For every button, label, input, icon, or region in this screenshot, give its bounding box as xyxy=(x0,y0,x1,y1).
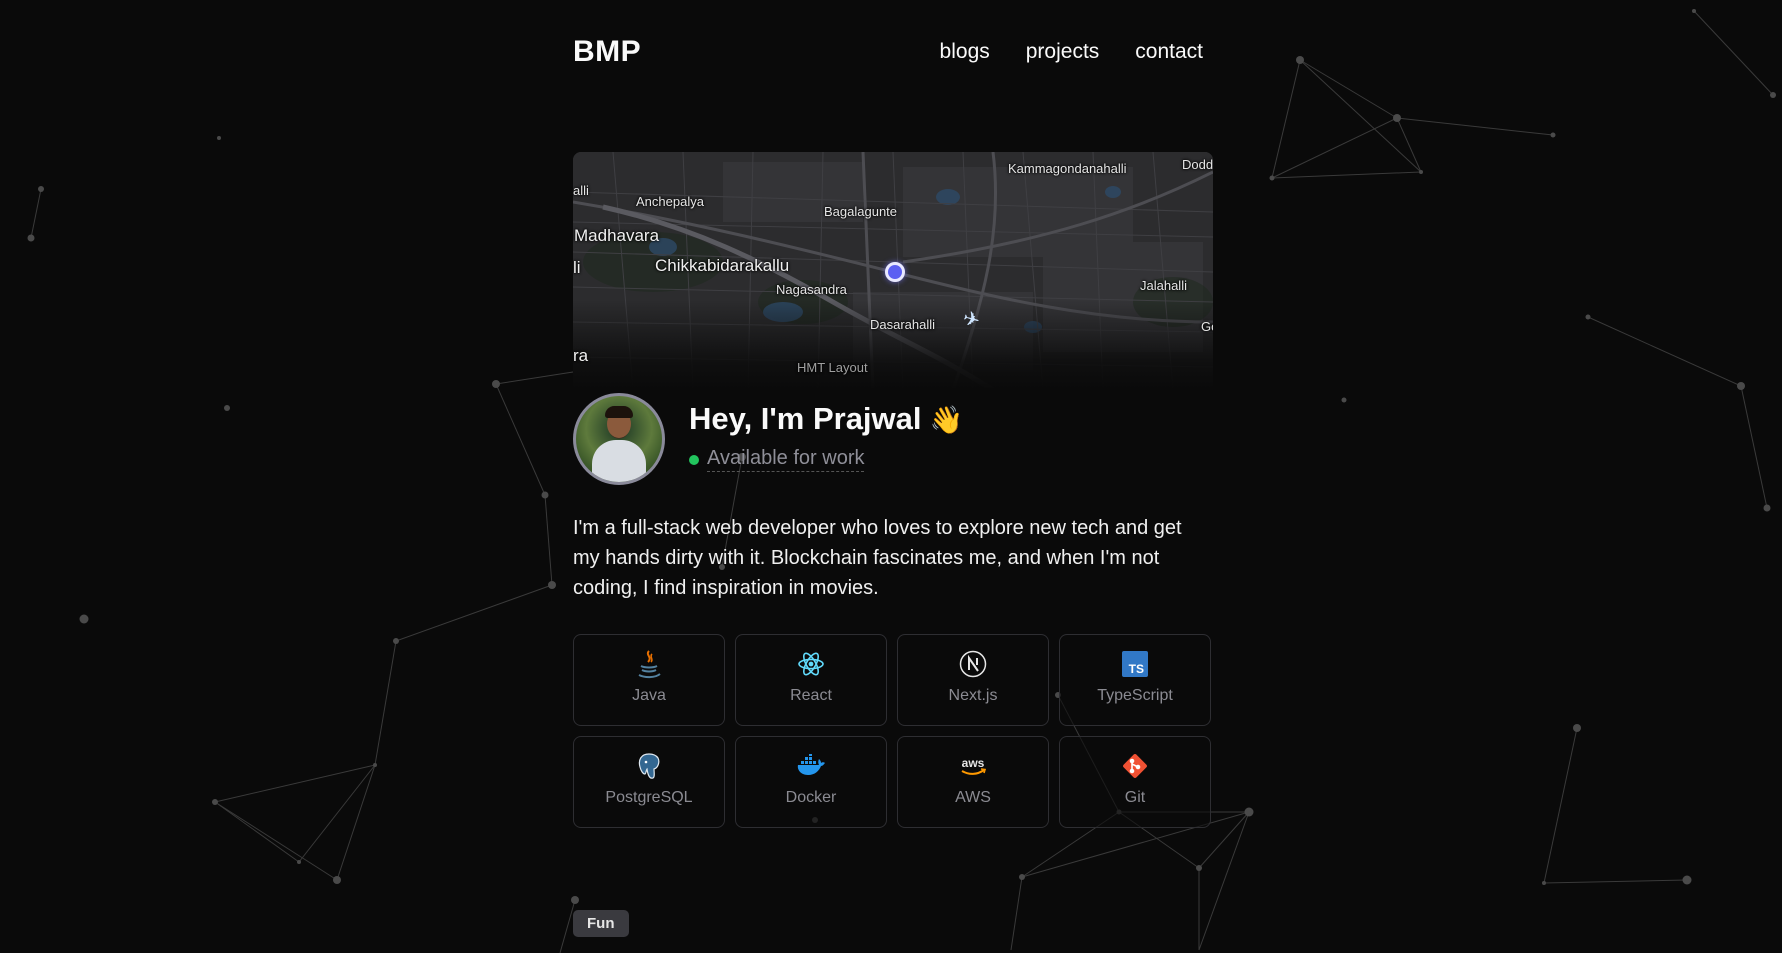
map-bottom-fade xyxy=(573,300,1213,390)
skill-card-java: Java xyxy=(573,634,725,726)
skill-label: AWS xyxy=(955,789,991,806)
skill-label: Next.js xyxy=(948,687,998,704)
skill-card-docker: Docker xyxy=(735,736,887,828)
skill-label: Docker xyxy=(785,789,837,806)
nav-links: blogs projects contact xyxy=(940,40,1203,64)
nav-link-projects[interactable]: projects xyxy=(1026,40,1100,64)
map-label-kammagondanahalli: Kammagondanahalli xyxy=(1008,161,1127,176)
map-label-hmt-layout: HMT Layout xyxy=(797,360,868,375)
docker-icon xyxy=(796,751,826,781)
skills-grid: Java React Next.js TS TypeScript Postgre… xyxy=(573,634,1213,828)
skill-card-typescript: TS TypeScript xyxy=(1059,634,1211,726)
skill-card-react: React xyxy=(735,634,887,726)
top-navigation: BMP blogs projects contact xyxy=(573,30,1213,74)
map-label-jalahalli: Jalahalli xyxy=(1140,278,1187,293)
status-text[interactable]: Available for work xyxy=(707,447,865,472)
map-label-bagalagunte: Bagalagunte xyxy=(824,204,898,219)
map-label-alli: alli xyxy=(573,183,589,198)
status-dot-icon xyxy=(689,454,699,465)
greeting-text: Hey, I'm Prajwal xyxy=(689,401,922,436)
skill-label: PostgreSQL xyxy=(605,789,693,806)
map-label-dasarahalli: Dasarahalli xyxy=(870,317,936,332)
skill-card-postgresql: PostgreSQL xyxy=(573,736,725,828)
skill-label: TypeScript xyxy=(1097,687,1173,704)
aws-icon: aws xyxy=(958,751,988,781)
avatar xyxy=(573,393,665,485)
map-label-ra: ra xyxy=(573,346,589,365)
map-label-nagasandra: Nagasandra xyxy=(776,282,847,297)
svg-text:aws: aws xyxy=(962,756,985,770)
availability-status: Available for work xyxy=(689,447,865,472)
skill-label: React xyxy=(790,687,832,704)
page-container: BMP blogs projects contact Kammagondanah… xyxy=(573,0,1213,953)
waving-hand-icon: 👋 xyxy=(929,405,964,435)
map-label-anchepalya: Anchepalya xyxy=(636,194,704,209)
skill-card-nextjs: Next.js xyxy=(897,634,1049,726)
java-icon xyxy=(634,649,664,679)
greeting-heading: Hey, I'm Prajwal 👋 xyxy=(689,401,963,437)
map-label-chikkabidarakallu: Chikkabidarakallu xyxy=(655,256,790,275)
git-icon xyxy=(1120,751,1150,781)
location-map[interactable]: Kammagondanahalli Dodd alli Anchepalya B… xyxy=(573,152,1213,390)
map-label-go: Go xyxy=(1201,319,1213,334)
fun-section-tag[interactable]: Fun xyxy=(573,910,629,937)
bio-paragraph: I'm a full-stack web developer who loves… xyxy=(573,517,1182,599)
typescript-icon: TS xyxy=(1120,649,1150,679)
current-location-icon xyxy=(885,262,905,282)
profile-header: Hey, I'm Prajwal 👋 Available for work xyxy=(573,393,1213,485)
skill-label: Java xyxy=(632,687,666,704)
map-label-dodd: Dodd xyxy=(1182,157,1213,172)
map-label-li: li xyxy=(573,258,581,277)
skill-label: Git xyxy=(1124,789,1146,806)
postgresql-icon xyxy=(634,751,664,781)
nextjs-icon xyxy=(958,649,988,679)
site-logo[interactable]: BMP xyxy=(573,35,641,69)
skill-card-git: Git xyxy=(1059,736,1211,828)
svg-text:TS: TS xyxy=(1129,662,1144,676)
react-icon xyxy=(796,649,826,679)
nav-link-contact[interactable]: contact xyxy=(1135,40,1203,64)
skill-card-aws: aws AWS xyxy=(897,736,1049,828)
map-label-madhavara: Madhavara xyxy=(574,226,660,245)
nav-link-blogs[interactable]: blogs xyxy=(940,40,990,64)
